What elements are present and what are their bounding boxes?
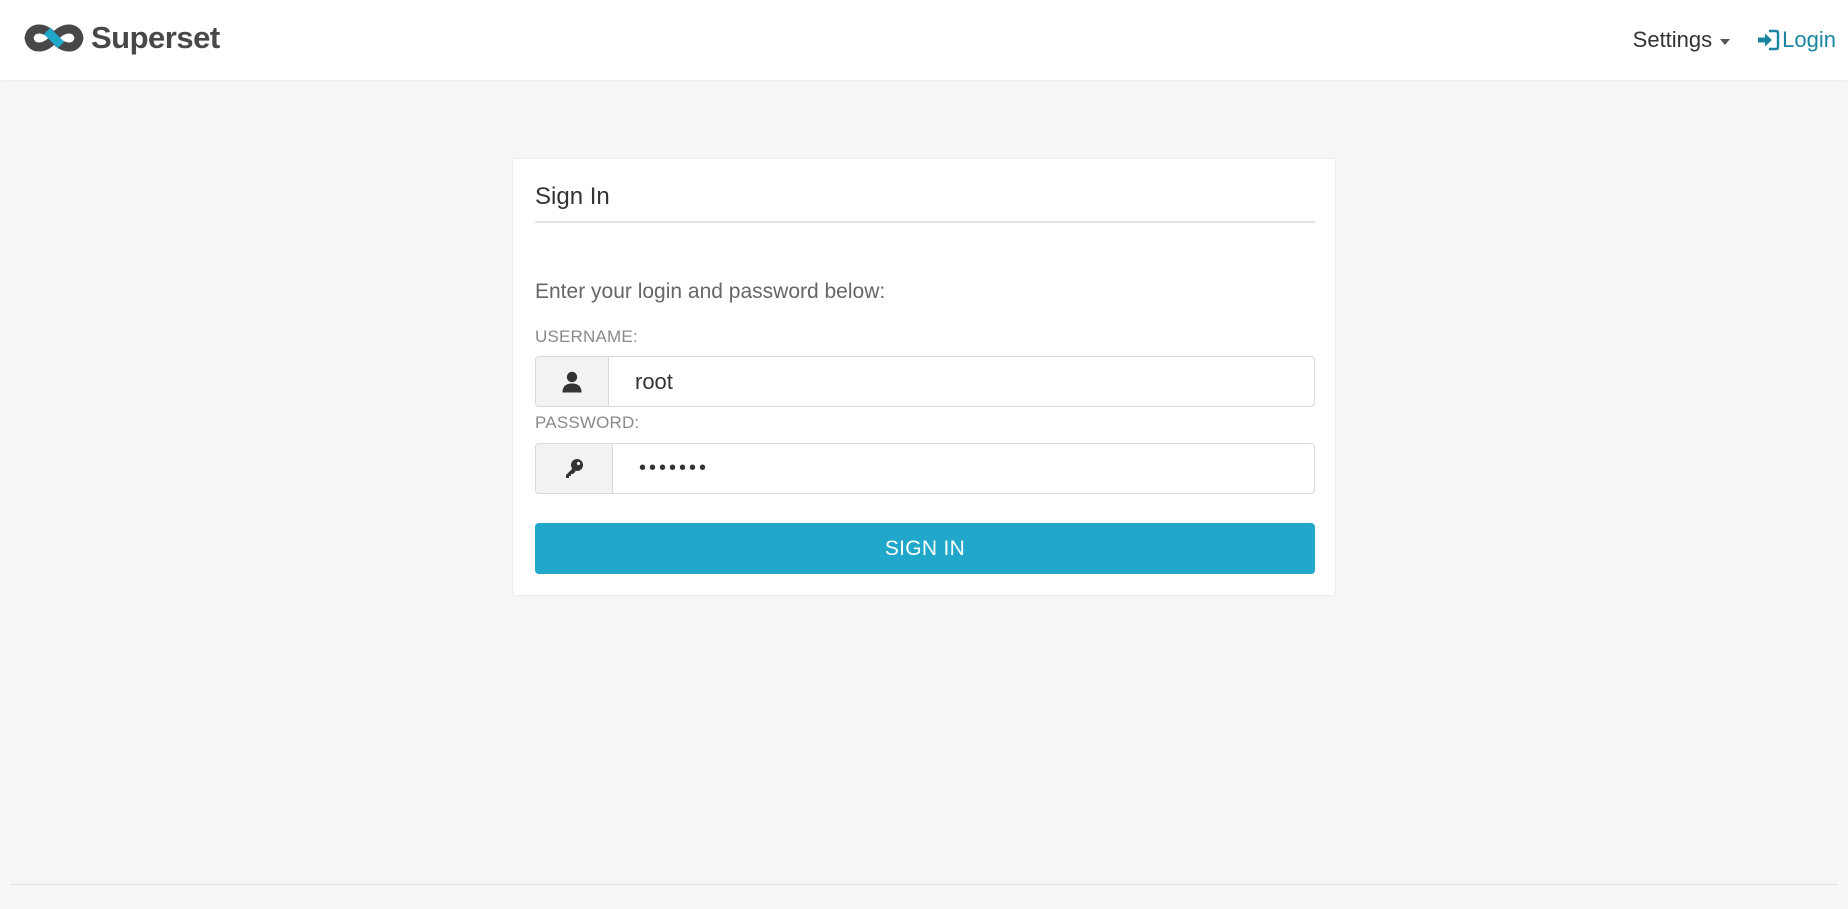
superset-logo-icon	[24, 24, 84, 52]
username-input-group	[535, 356, 1315, 407]
username-field[interactable]	[609, 357, 1314, 406]
key-icon	[566, 458, 583, 478]
login-label: Login	[1782, 27, 1836, 52]
title-divider	[535, 221, 1315, 223]
password-field[interactable]	[613, 444, 1314, 493]
settings-label: Settings	[1632, 27, 1713, 52]
username-addon	[536, 357, 609, 406]
instruction-text: Enter your login and password below:	[535, 280, 886, 303]
brand-link[interactable]: Superset	[23, 18, 220, 58]
login-link[interactable]: Login	[1756, 27, 1836, 53]
user-icon	[562, 371, 582, 392]
login-card: Sign In Enter your login and password be…	[512, 158, 1336, 596]
footer-divider	[10, 884, 1838, 885]
sign-in-icon	[1758, 29, 1780, 51]
username-label: USERNAME:	[535, 327, 638, 346]
settings-dropdown[interactable]: Settings	[1633, 27, 1731, 53]
card-title: Sign In	[535, 183, 610, 210]
caret-down-icon	[1720, 38, 1731, 45]
navbar: Superset Settings Login	[0, 0, 1848, 80]
nav-right: Settings Login	[1633, 24, 1836, 56]
password-addon	[536, 444, 613, 493]
password-label: PASSWORD:	[535, 413, 640, 432]
sign-in-button[interactable]: SIGN IN	[535, 523, 1315, 574]
password-input-group	[535, 443, 1315, 494]
brand-name: Superset	[91, 20, 220, 55]
